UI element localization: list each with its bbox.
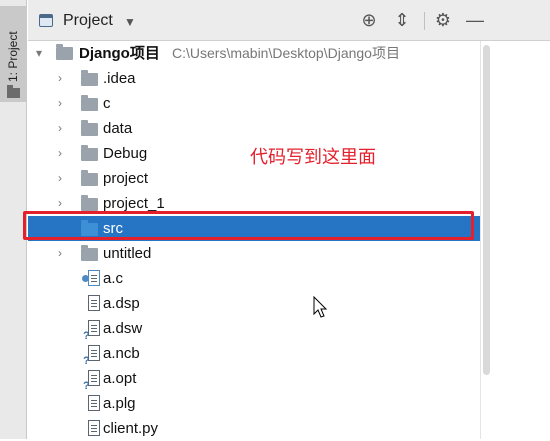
project-view-icon (39, 14, 53, 27)
unknown-file-icon (83, 370, 100, 399)
panel-title[interactable]: Project (63, 12, 113, 30)
tree-file-row[interactable]: a.plg (28, 391, 492, 416)
file-label: a.opt (103, 370, 137, 387)
file-label: a.c (103, 270, 124, 287)
chevron-right-icon[interactable]: › (54, 141, 66, 166)
tree-file-row[interactable]: a.ncb (28, 341, 492, 374)
tree-folder-row[interactable]: › .idea (28, 66, 492, 91)
chevron-right-icon[interactable]: › (54, 66, 66, 91)
folder-label: data (103, 120, 133, 137)
file-label: a.plg (103, 395, 136, 412)
folder-label: untitled (103, 245, 152, 262)
annotation-text: 代码写到这里面 (250, 147, 376, 167)
file-label: client.py (103, 420, 159, 437)
tree-folder-row[interactable]: › data (28, 116, 492, 141)
project-tool-tab[interactable]: 1: Project (0, 6, 26, 102)
file-label: a.dsw (103, 320, 143, 337)
folder-label: .idea (103, 70, 136, 87)
tree-root-row[interactable]: ▾ Django项目 C:\Users\mabin\Desktop\Django… (28, 41, 492, 66)
project-tool-tab-label: 1: Project (6, 31, 20, 82)
right-gutter (492, 41, 550, 439)
tree-file-row[interactable]: a.dsp (28, 291, 492, 316)
chevron-down-icon[interactable]: ▼ (124, 15, 136, 29)
tree-folder-row[interactable]: › c (28, 91, 492, 116)
folder-icon (56, 44, 73, 60)
tree-file-row[interactable]: client.py (28, 416, 492, 441)
folder-icon (81, 70, 98, 86)
tree-file-row[interactable]: a.c (28, 266, 492, 291)
collapse-all-icon[interactable]: ⇕ (391, 9, 413, 31)
file-label: a.ncb (103, 345, 140, 362)
highlight-frame (23, 211, 474, 240)
unknown-file-icon (83, 320, 100, 349)
chevron-right-icon[interactable]: › (54, 116, 66, 141)
project-panel-header: Project ▼ ⊕ ⇕ ⚙ — (28, 0, 550, 41)
folder-label: project (103, 170, 149, 187)
mouse-cursor-icon (313, 296, 328, 318)
gear-icon[interactable]: ⚙ (432, 9, 454, 31)
chevron-down-icon[interactable]: ▾ (33, 41, 45, 66)
c-file-icon (82, 270, 100, 286)
folder-icon (81, 95, 98, 111)
minimize-icon[interactable]: — (464, 9, 486, 31)
folder-icon (81, 120, 98, 136)
folder-icon (7, 85, 20, 98)
chevron-right-icon[interactable]: › (54, 91, 66, 116)
chevron-right-icon[interactable]: › (54, 241, 66, 266)
tree-file-row[interactable]: a.opt (28, 366, 492, 399)
scrollbar-thumb[interactable] (483, 45, 490, 375)
tree-folder-row[interactable]: › project (28, 166, 492, 191)
chevron-right-icon[interactable]: › (54, 166, 66, 191)
vertical-scrollbar[interactable] (480, 41, 492, 439)
unknown-file-icon (83, 345, 100, 374)
root-label: Django项目 (79, 45, 160, 62)
root-path: C:\Users\mabin\Desktop\Django项目 (172, 45, 400, 61)
folder-label: c (103, 95, 111, 112)
project-tree[interactable]: ▾ Django项目 C:\Users\mabin\Desktop\Django… (28, 41, 492, 439)
folder-label: Debug (103, 145, 148, 162)
text-file-icon (88, 295, 100, 311)
text-file-icon (88, 395, 100, 411)
locate-icon[interactable]: ⊕ (358, 9, 380, 31)
tree-file-row[interactable]: a.dsw (28, 316, 492, 349)
folder-icon (81, 145, 98, 161)
tree-folder-row[interactable]: › untitled (28, 241, 492, 266)
text-file-icon (88, 420, 100, 436)
header-divider (424, 12, 425, 30)
folder-icon (81, 195, 98, 211)
folder-icon (81, 170, 98, 186)
file-label: a.dsp (103, 295, 140, 312)
folder-icon (81, 245, 98, 261)
